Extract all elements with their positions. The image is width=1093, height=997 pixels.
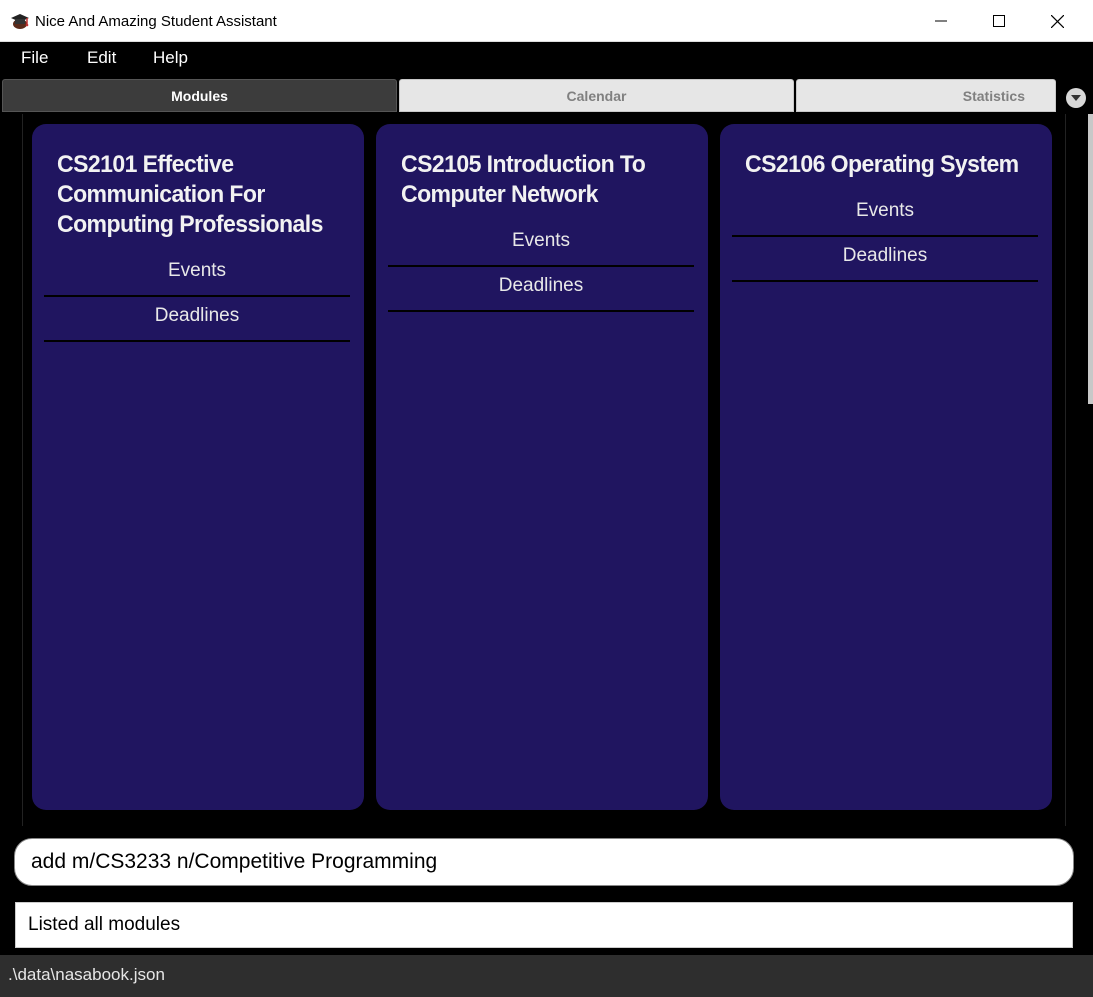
tab-menu-button[interactable]	[1066, 88, 1086, 108]
menu-help[interactable]: Help	[153, 48, 188, 68]
deadlines-section: Deadlines	[388, 267, 694, 312]
events-section: Events	[388, 222, 694, 267]
tab-modules[interactable]: Modules	[2, 79, 397, 112]
tab-bar: Modules Calendar Statistics	[0, 76, 1093, 114]
menu-edit[interactable]: Edit	[87, 48, 116, 68]
maximize-button[interactable]	[976, 0, 1022, 42]
module-card[interactable]: CS2101 Effective Communication For Compu…	[32, 124, 364, 810]
module-card[interactable]: CS2105 Introduction To Computer Network …	[376, 124, 708, 810]
module-title: CS2106 Operating System	[745, 151, 1019, 178]
save-location: .\data\nasabook.json	[8, 965, 165, 984]
deadlines-section: Deadlines	[732, 237, 1038, 282]
menu-bar: File Edit Help	[0, 42, 1093, 76]
module-card[interactable]: CS2106 Operating System Events Deadlines	[720, 124, 1052, 810]
window-title: Nice And Amazing Student Assistant	[35, 13, 277, 30]
maximize-icon	[993, 15, 1005, 27]
minimize-icon	[935, 20, 947, 22]
module-title: CS2105 Introduction To Computer Network	[401, 151, 646, 208]
module-list: CS2101 Effective Communication For Compu…	[22, 114, 1066, 826]
close-button[interactable]	[1034, 0, 1080, 42]
module-title: CS2101 Effective Communication For Compu…	[57, 151, 323, 238]
deadlines-section: Deadlines	[44, 297, 350, 342]
graduation-cap-icon	[10, 11, 30, 31]
tab-statistics[interactable]: Statistics	[796, 79, 1056, 112]
tab-calendar[interactable]: Calendar	[399, 79, 794, 112]
menu-file[interactable]: File	[21, 48, 48, 68]
command-input[interactable]	[14, 838, 1074, 886]
minimize-button[interactable]	[918, 0, 964, 42]
status-bar: .\data\nasabook.json	[0, 955, 1093, 997]
events-section: Events	[732, 192, 1038, 237]
chevron-down-icon	[1071, 94, 1081, 101]
events-section: Events	[44, 252, 350, 297]
title-bar: Nice And Amazing Student Assistant	[0, 0, 1093, 42]
scrollbar[interactable]	[1088, 114, 1093, 404]
close-icon	[1050, 14, 1064, 28]
result-display: Listed all modules	[15, 902, 1073, 948]
